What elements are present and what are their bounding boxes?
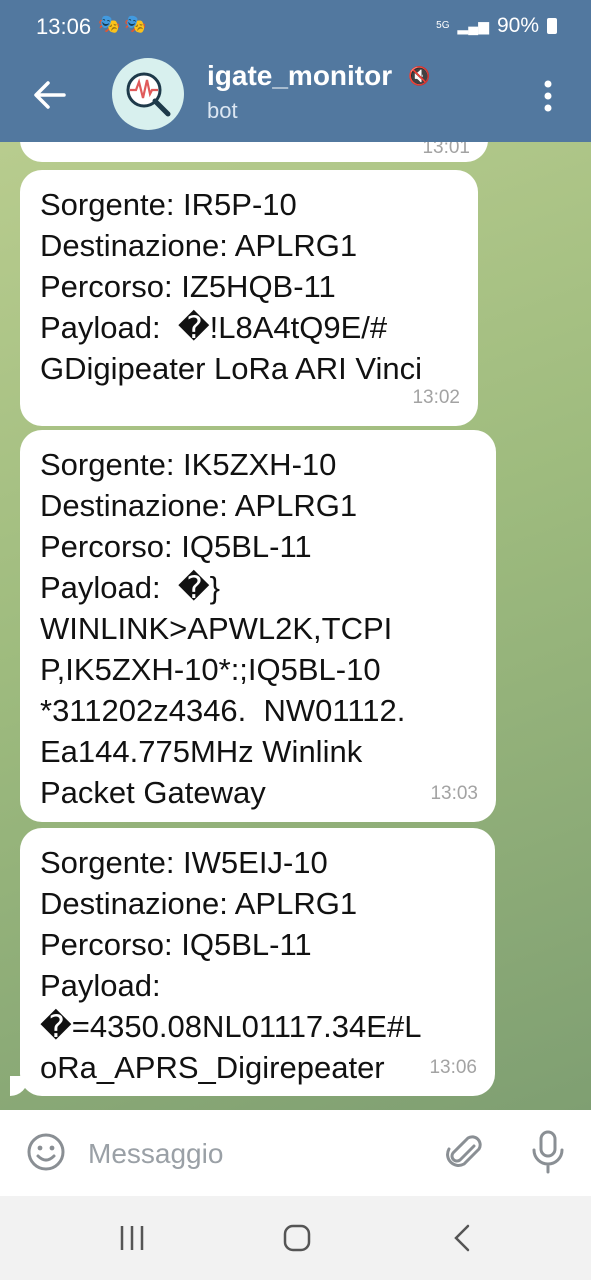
status-indicators: 5G ▂▄▆ 90%	[436, 14, 557, 38]
signal-icon: ▂▄▆	[457, 17, 489, 34]
chat-subtitle: bot	[207, 98, 238, 123]
status-time: 13:06	[36, 14, 92, 39]
chevron-left-icon[interactable]	[444, 1218, 484, 1258]
battery-level: 90%	[496, 14, 539, 37]
recents-icon[interactable]	[112, 1218, 152, 1258]
paperclip-icon[interactable]	[444, 1132, 486, 1174]
arrow-left-icon[interactable]	[30, 75, 70, 115]
message-time: 13:03	[430, 783, 478, 804]
message-bubble[interactable]: Sorgente: IK5ZXH-10 Destinazione: APLRG1…	[20, 430, 496, 822]
smiley-icon[interactable]	[26, 1132, 66, 1172]
message-input[interactable]: Messaggio	[88, 1138, 223, 1170]
network-type: 5G	[436, 20, 450, 31]
message-list[interactable]: 13:01 Sorgente: IR5P-10 Destinazione: AP…	[0, 142, 591, 1110]
message-bubble[interactable]: Sorgente: IR5P-10 Destinazione: APLRG1 P…	[20, 170, 478, 426]
chat-title: igate_monitor	[207, 60, 393, 91]
bubble-tail	[10, 1076, 28, 1096]
chat-header: igate_monitor 🔇 bot	[0, 56, 591, 142]
message-time: 13:01	[422, 142, 470, 158]
message-time: 13:02	[412, 387, 460, 408]
message-composer: Messaggio	[0, 1110, 591, 1196]
home-icon[interactable]	[277, 1218, 317, 1258]
magnifier-waveform-icon	[126, 72, 171, 117]
message-text: Sorgente: IW5EIJ-10 Destinazione: APLRG1…	[40, 845, 422, 1085]
avatar[interactable]	[112, 58, 184, 130]
message-bubble[interactable]: Sorgente: IW5EIJ-10 Destinazione: APLRG1…	[20, 828, 495, 1096]
battery-icon	[547, 18, 557, 34]
muted-speaker-icon: 🔇	[408, 66, 431, 86]
message-time: 13:06	[429, 1057, 477, 1078]
message-text: Sorgente: IK5ZXH-10 Destinazione: APLRG1…	[40, 447, 406, 810]
microphone-icon[interactable]	[530, 1130, 566, 1174]
status-bar: 13:06 🎭🎭 5G ▂▄▆ 90%	[0, 0, 591, 56]
system-nav-bar	[0, 1196, 591, 1280]
notification-icons: 🎭🎭	[98, 14, 151, 34]
message-bubble[interactable]: 13:01	[20, 142, 488, 162]
message-text: Sorgente: IR5P-10 Destinazione: APLRG1 P…	[40, 187, 422, 386]
kebab-menu-icon[interactable]	[533, 76, 563, 116]
